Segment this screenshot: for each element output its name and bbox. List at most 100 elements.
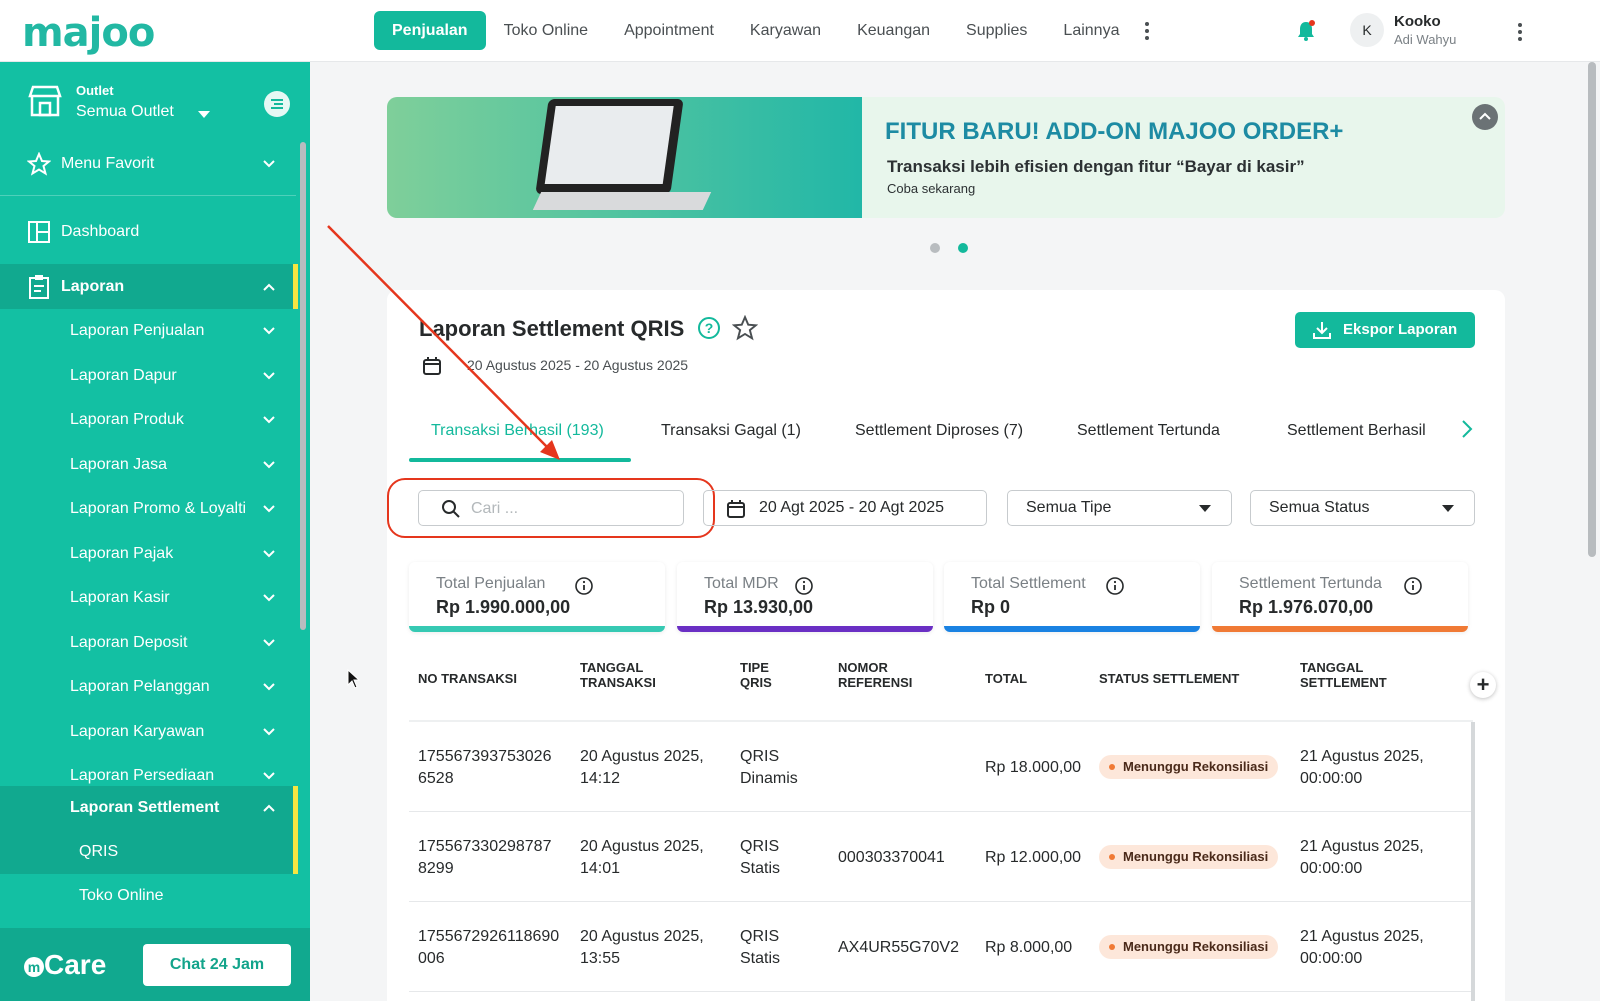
active-indicator xyxy=(293,264,298,309)
table-scrollbar[interactable] xyxy=(1471,722,1475,1001)
column-header-no-transaksi[interactable]: NO TRANSAKSI xyxy=(418,671,517,686)
carousel-dot-2[interactable] xyxy=(958,243,968,253)
bell-icon[interactable] xyxy=(1296,20,1316,42)
care-footer: m Care Chat 24 Jam xyxy=(0,928,310,1001)
column-header-tanggal-settlement[interactable]: TANGGAL SETTLEMENT xyxy=(1300,660,1400,690)
column-header-tipe-qris[interactable]: TIPE QRIS xyxy=(740,660,790,690)
nav-karyawan[interactable]: Karyawan xyxy=(732,11,839,50)
column-header-status-settlement[interactable]: STATUS SETTLEMENT xyxy=(1099,671,1239,686)
cell-nomor-referensi: AX4UR55G70V2 xyxy=(838,939,959,956)
sidebar-item-laporan[interactable]: Laporan xyxy=(0,264,296,309)
cell-tanggal-settlement: 21 Agustus 2025, 00:00:00 xyxy=(1300,838,1424,877)
column-header-tanggal-transaksi[interactable]: TANGGAL TRANSAKSI xyxy=(580,660,680,690)
search-field[interactable] xyxy=(418,490,684,526)
sidebar-item-laporan-5[interactable]: Laporan Promo & Loyalti xyxy=(0,492,296,526)
chat-24-jam-button[interactable]: Chat 24 Jam xyxy=(143,944,291,986)
nav-keuangan[interactable]: Keuangan xyxy=(839,11,948,50)
banner-toggle-button[interactable] xyxy=(1472,104,1498,130)
collapse-sidebar-button[interactable] xyxy=(264,91,290,117)
cell-total: Rp 18.000,00 xyxy=(985,759,1082,776)
add-column-button[interactable]: + xyxy=(1470,672,1496,698)
sidebar-item-label: Laporan xyxy=(61,277,125,295)
banner-image xyxy=(387,97,862,218)
sidebar-item-label: Toko Online xyxy=(79,887,164,904)
sidebar-item-laporan-9[interactable]: Laporan Pelanggan xyxy=(0,670,296,704)
sidebar-item-laporan-settlement[interactable]: Laporan Settlement xyxy=(0,786,296,830)
tab-settlement-diproses[interactable]: Settlement Diproses (7) xyxy=(855,422,1023,440)
info-icon[interactable] xyxy=(1105,576,1125,596)
sidebar-item-toko-online[interactable]: Toko Online xyxy=(0,874,296,918)
majoo-logo[interactable]: majoo xyxy=(22,10,155,56)
sidebar-item-qris[interactable]: QRIS xyxy=(0,830,296,874)
favorite-star-icon[interactable] xyxy=(732,315,758,341)
help-icon[interactable]: ? xyxy=(697,316,721,340)
carousel-dot-1[interactable] xyxy=(930,243,940,253)
nav-lainnya[interactable]: Lainnya xyxy=(1045,11,1137,50)
chevron-right-icon[interactable] xyxy=(1460,418,1474,440)
type-select[interactable]: Semua Tipe xyxy=(1007,490,1232,526)
sidebar-item-laporan-7[interactable]: Laporan Kasir xyxy=(0,581,296,615)
cell-tanggal-transaksi: 20 Agustus 2025, 14:12 xyxy=(580,748,704,787)
sidebar-item-laporan-2[interactable]: Laporan Dapur xyxy=(0,359,296,393)
report-card: Laporan Settlement QRIS ? 20 Agustus 202… xyxy=(387,290,1505,1001)
table-row[interactable]: 175567330298787 8299 20 Agustus 2025, 14:… xyxy=(409,812,1473,902)
cell-tanggal-transaksi: 20 Agustus 2025, 13:55 xyxy=(580,928,704,967)
column-header-total[interactable]: TOTAL xyxy=(985,671,1027,686)
nav-supplies[interactable]: Supplies xyxy=(948,11,1045,50)
sidebar-item-laporan-4[interactable]: Laporan Jasa xyxy=(0,448,296,482)
table-row[interactable]: 1755672926118690 006 20 Agustus 2025, 13:… xyxy=(409,902,1473,992)
cell-no-transaksi: 1755672926118690 006 xyxy=(418,928,560,967)
laptop-base xyxy=(532,192,712,210)
sidebar-item-laporan-10[interactable]: Laporan Karyawan xyxy=(0,715,296,749)
sidebar-item-label: Laporan Dapur xyxy=(70,366,177,384)
sidebar-item-laporan-6[interactable]: Laporan Pajak xyxy=(0,537,296,571)
banner-subtitle: Transaksi lebih efisien dengan fitur “Ba… xyxy=(887,157,1305,176)
nav-toko-online[interactable]: Toko Online xyxy=(486,11,607,50)
sidebar-item-laporan-8[interactable]: Laporan Deposit xyxy=(0,626,296,660)
avatar[interactable]: K xyxy=(1350,13,1384,47)
stat-value: Rp 1.990.000,00 xyxy=(436,597,571,617)
type-select-value: Semua Tipe xyxy=(1026,499,1112,516)
info-icon[interactable] xyxy=(794,576,814,596)
tab-settlement-berhasil[interactable]: Settlement Berhasil xyxy=(1287,422,1426,440)
column-header-nomor-referensi[interactable]: NOMOR REFERENSI xyxy=(838,660,928,690)
sidebar-item-dashboard[interactable]: Dashboard xyxy=(0,216,296,248)
stat-card: Total Penjualan Rp 1.990.000,00 xyxy=(409,562,665,632)
chevron-down-icon xyxy=(263,549,275,557)
main-nav: Penjualan Toko Online Appointment Karyaw… xyxy=(374,11,1157,50)
outlet-selector[interactable]: Outlet Semua Outlet xyxy=(0,62,310,136)
more-options-icon[interactable] xyxy=(1515,22,1525,42)
table-row[interactable]: 175567393753026 6528 20 Agustus 2025, 14:… xyxy=(409,722,1473,812)
tab-transaksi-gagal[interactable]: Transaksi Gagal (1) xyxy=(661,422,801,440)
export-report-button[interactable]: Ekspor Laporan xyxy=(1295,312,1475,348)
stat-value: Rp 13.930,00 xyxy=(704,597,814,617)
cell-tanggal-transaksi: 20 Agustus 2025, 14:01 xyxy=(580,838,704,877)
search-icon xyxy=(442,500,460,518)
sidebar-item-laporan-1[interactable]: Laporan Penjualan xyxy=(0,314,296,348)
user-name[interactable]: Kooko xyxy=(1394,13,1441,30)
sidebar-item-laporan-3[interactable]: Laporan Produk xyxy=(0,403,296,437)
sidebar-item-favorit[interactable]: Menu Favorit xyxy=(0,148,296,180)
info-icon[interactable] xyxy=(1403,576,1423,596)
cell-tipe-qris: QRIS Statis xyxy=(740,928,781,967)
nav-penjualan[interactable]: Penjualan xyxy=(374,11,486,50)
sidebar-item-label: Laporan Penjualan xyxy=(70,322,205,339)
date-filter[interactable]: 20 Agt 2025 - 20 Agt 2025 xyxy=(703,490,987,526)
info-icon[interactable] xyxy=(574,576,594,596)
nav-appointment[interactable]: Appointment xyxy=(606,11,732,50)
stat-label: Total Penjualan xyxy=(436,575,546,592)
stat-label: Total Settlement xyxy=(971,575,1086,592)
sidebar-divider xyxy=(0,195,296,196)
tab-settlement-tertunda[interactable]: Settlement Tertunda xyxy=(1077,422,1220,440)
banner-cta[interactable]: Coba sekarang xyxy=(887,181,975,196)
nav-more-icon[interactable] xyxy=(1137,11,1157,50)
caret-down-icon[interactable] xyxy=(198,111,210,118)
page-scrollbar[interactable] xyxy=(1588,62,1596,557)
status-select[interactable]: Semua Status xyxy=(1250,490,1475,526)
search-input[interactable] xyxy=(471,497,671,521)
outlet-value[interactable]: Semua Outlet xyxy=(76,103,174,121)
promo-banner[interactable]: FITUR BARU! ADD-ON MAJOO ORDER+ Transaks… xyxy=(387,97,1505,218)
sidebar-scrollbar[interactable] xyxy=(300,142,306,630)
chevron-up-icon xyxy=(1479,112,1491,120)
tab-transaksi-berhasil[interactable]: Transaksi Berhasil (193) xyxy=(431,422,604,440)
